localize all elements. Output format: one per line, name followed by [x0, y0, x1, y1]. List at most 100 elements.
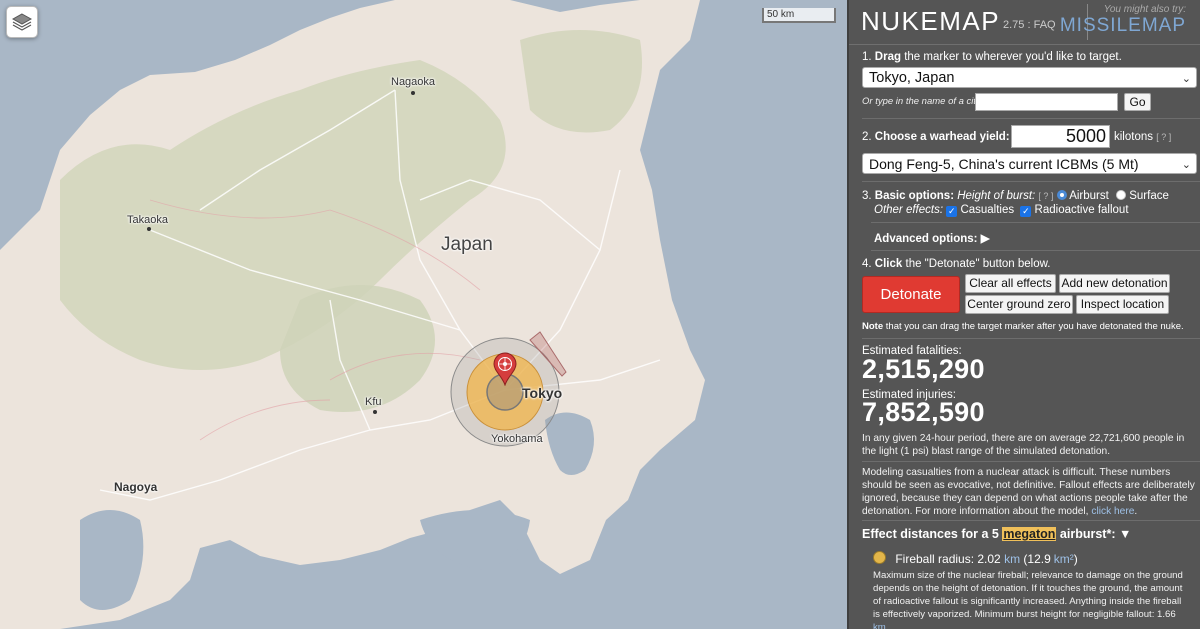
note-text: Note that you can drag the target marker…	[862, 321, 1200, 332]
step4-heading: 4. Click the "Detonate" button below.	[849, 258, 1200, 270]
try-text: You might also try:	[1103, 4, 1186, 15]
airburst-label: Airburst	[1069, 190, 1109, 202]
map-label-kfu: Kfu	[365, 396, 382, 408]
divider	[862, 181, 1200, 182]
fireball-desc-text: Maximum size of the nuclear fireball; re…	[873, 570, 1183, 620]
help-link[interactable]: [ ? ]	[1038, 191, 1053, 201]
height-of-burst-label: Height of burst:	[957, 190, 1036, 202]
fireball-row: Fireball radius: 2.02 km (12.9 km²)	[873, 551, 1078, 566]
yield-unit-label: kilotons	[1114, 131, 1153, 143]
map-label-tokyo: Tokyo	[522, 385, 563, 401]
version-separator: :	[1024, 19, 1034, 31]
yield-input[interactable]: 5000	[1011, 125, 1110, 148]
panel-header: NUKEMAP 2.75 : FAQ You might also try: M…	[849, 0, 1200, 45]
map-label-takaoka: Takaoka	[127, 214, 168, 226]
airburst-radio[interactable]	[1056, 190, 1067, 200]
click-here-link[interactable]: click here	[1091, 506, 1134, 517]
fatalities-value: 2,515,290	[862, 354, 985, 384]
divider	[871, 222, 1200, 223]
inspect-location-button[interactable]: Inspect location	[1076, 295, 1169, 314]
unit-km2-link[interactable]: km²	[1054, 552, 1074, 566]
divider	[862, 338, 1200, 339]
marker-pin-icon	[493, 352, 517, 387]
model-text-period: .	[1134, 506, 1138, 517]
step1-bold: Drag	[874, 51, 901, 63]
fallout-label: Radioactive fallout	[1034, 204, 1129, 216]
step3-number: 3.	[862, 190, 872, 202]
step4-bold: Click	[874, 258, 903, 270]
effects-heading[interactable]: Effect distances for a 5 megaton airburs…	[862, 527, 1200, 541]
faq-link[interactable]: FAQ	[1034, 19, 1056, 31]
layers-button[interactable]	[6, 6, 38, 38]
nukemap-logo: NUKEMAP	[861, 6, 1001, 36]
unit-km-link[interactable]: km	[873, 622, 886, 629]
fireball-description: Maximum size of the nuclear fireball; re…	[873, 569, 1183, 629]
step3-heading: 3. Basic options: Height of burst: [ ? ]…	[849, 190, 1200, 202]
control-panel: NUKEMAP 2.75 : FAQ You might also try: M…	[847, 0, 1200, 629]
clear-effects-button[interactable]: Clear all effects	[965, 274, 1056, 293]
fallout-checkbox[interactable]: ✓	[1020, 206, 1032, 217]
note-bold: Note	[862, 321, 884, 332]
fireball-area-close: )	[1073, 552, 1078, 566]
center-ground-zero-button[interactable]: Center ground zero	[965, 295, 1073, 314]
step2-bold: Choose a warhead yield:	[874, 131, 1010, 143]
chevron-down-icon: ⌄	[1181, 159, 1191, 171]
divider	[871, 250, 1200, 251]
other-effects-row: Other effects: ✓ Casualties ✓ Radioactiv…	[874, 204, 1129, 217]
step1-number: 1.	[862, 51, 872, 63]
fireball-radius: Fireball radius: 2.02	[895, 552, 1001, 566]
go-button[interactable]: Go	[1124, 93, 1151, 111]
model-text: Modeling casualties from a nuclear attac…	[862, 466, 1199, 518]
map-label-japan: Japan	[441, 234, 493, 255]
casualties-label: Casualties	[960, 204, 1015, 216]
city-dot-kfu	[373, 410, 377, 414]
detonate-button[interactable]: Detonate	[862, 276, 960, 313]
version-number: 2.75	[1003, 19, 1025, 31]
add-detonation-button[interactable]: Add new detonation	[1059, 274, 1170, 293]
layers-icon	[12, 13, 32, 31]
megaton-link[interactable]: megaton	[1002, 527, 1057, 541]
unit-km-link[interactable]: km	[1004, 552, 1020, 566]
model-text-body: Modeling casualties from a nuclear attac…	[862, 467, 1195, 517]
divider	[862, 118, 1200, 119]
version-info: 2.75 : FAQ	[1003, 19, 1056, 31]
city-dot-nagaoka	[411, 91, 415, 95]
step1-heading: 1. Drag the marker to wherever you'd lik…	[849, 51, 1200, 63]
warhead-select-value: Dong Feng-5, China's current ICBMs (5 Mt…	[869, 156, 1139, 172]
advanced-options-toggle[interactable]: Advanced options: ▶	[874, 231, 990, 245]
surface-label: Surface	[1129, 190, 1169, 202]
note-rest: that you can drag the target marker afte…	[885, 321, 1184, 332]
city-dot-takaoka	[147, 227, 151, 231]
divider	[862, 520, 1200, 521]
injuries-value: 7,852,590	[862, 397, 985, 427]
city-select[interactable]: Tokyo, Japan ⌄	[862, 67, 1197, 88]
step1-text: the marker to wherever you'd like to tar…	[904, 51, 1122, 63]
yield-unit: kilotons [ ? ]	[1114, 131, 1171, 143]
missilemap-link[interactable]: MISSILEMAP	[1060, 15, 1186, 37]
other-effects-label: Other effects:	[874, 204, 944, 216]
city-search-input[interactable]	[975, 93, 1118, 111]
divider	[862, 461, 1200, 462]
map-label-nagoya: Nagoya	[114, 480, 158, 494]
step4-number: 4.	[862, 258, 872, 270]
scale-bar: 50 km	[762, 8, 836, 23]
surface-radio[interactable]	[1116, 190, 1127, 200]
effects-prefix: Effect distances for a 5	[862, 527, 999, 541]
city-select-value: Tokyo, Japan	[869, 70, 955, 86]
help-link[interactable]: [ ? ]	[1156, 132, 1171, 142]
map-label-nagaoka: Nagaoka	[391, 76, 436, 88]
warhead-select[interactable]: Dong Feng-5, China's current ICBMs (5 Mt…	[862, 153, 1197, 174]
fireball-legend-icon	[873, 551, 886, 564]
casualties-checkbox[interactable]: ✓	[946, 206, 958, 217]
step3-bold: Basic options:	[874, 190, 955, 202]
fireball-area-open: (12.9	[1023, 552, 1051, 566]
effects-suffix: airburst*: ▼	[1059, 527, 1132, 541]
map-label-yokohama: Yokohama	[491, 433, 543, 445]
step4-text: the "Detonate" button below.	[905, 258, 1051, 270]
fireball-desc-period: .	[885, 622, 889, 629]
step2-number: 2.	[862, 131, 872, 143]
target-marker[interactable]	[492, 352, 518, 387]
blast-effects	[450, 331, 567, 447]
map-view[interactable]: 50 km Nagaoka Takaoka Japan Kfu Tokyo Yo…	[0, 0, 847, 629]
population-text: In any given 24-hour period, there are o…	[862, 433, 1185, 457]
